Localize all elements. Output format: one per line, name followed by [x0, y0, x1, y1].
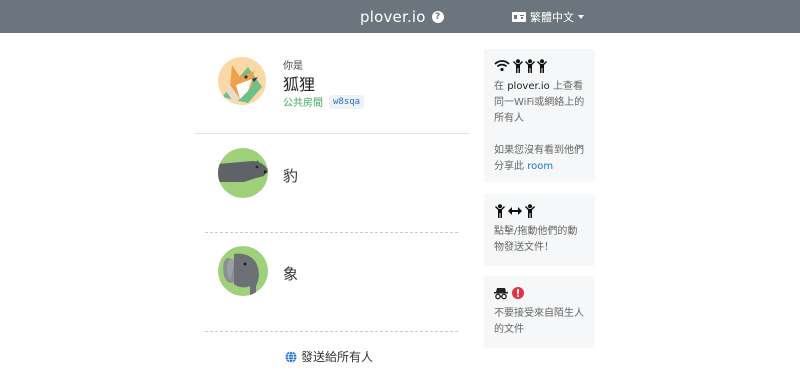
send-to-all-label[interactable]: 發送給所有人	[301, 348, 373, 365]
send-to-all-button[interactable]: 發送給所有人	[285, 348, 373, 365]
person-icon	[537, 59, 547, 73]
network-hint: 在 plover.io 上查看同一WiFi或網絡上的所有人	[494, 79, 585, 127]
peer-leopard[interactable]: 豹	[205, 135, 458, 233]
hint-brand: plover.io	[507, 81, 550, 92]
person-icon	[513, 59, 523, 73]
person-icon	[525, 59, 535, 73]
icon-row	[494, 204, 585, 218]
exclamation-circle-icon	[512, 287, 524, 299]
peer-elephant[interactable]: 象	[205, 233, 458, 331]
brand[interactable]: plover.io ?	[360, 7, 444, 27]
wifi-icon	[494, 60, 510, 72]
divider	[195, 133, 469, 134]
elephant-avatar[interactable]	[218, 246, 268, 296]
self-animal-name: 狐狸	[283, 75, 316, 94]
person-icon	[525, 204, 535, 218]
peer-name[interactable]: 豹	[283, 165, 298, 186]
info-card-warning: 不要接受來自陌生人的文件	[484, 276, 595, 348]
language-icon	[512, 12, 526, 22]
hint-text: 在	[494, 81, 508, 92]
info-card-drag: 點擊/拖動他們的動物發送文件！	[484, 194, 595, 266]
incognito-icon	[494, 287, 508, 299]
language-label[interactable]: 繁體中文	[530, 9, 574, 25]
warning-hint: 不要接受來自陌生人的文件	[494, 308, 584, 335]
question-circle-icon[interactable]: ?	[431, 11, 444, 23]
share-hint: 如果您沒有看到他們分享此 room	[494, 143, 585, 175]
room-link[interactable]: room	[527, 161, 553, 172]
divider	[205, 331, 458, 332]
room-label: 公共房間	[283, 98, 323, 109]
self-profile: 你是 狐狸 公共房間 w8sqa	[195, 50, 469, 132]
language-dropdown[interactable]: 繁體中文	[512, 9, 584, 25]
arrows-left-right-icon	[508, 207, 522, 215]
fox-avatar	[218, 57, 266, 105]
room-info: 公共房間 w8sqa	[283, 94, 365, 109]
chevron-down-icon[interactable]	[578, 15, 584, 19]
info-card-network: 在 plover.io 上查看同一WiFi或網絡上的所有人 如果您沒有看到他們分…	[484, 49, 595, 182]
drag-hint: 點擊/拖動他們的動物發送文件！	[494, 226, 578, 253]
brand-title[interactable]: plover.io	[360, 8, 426, 26]
leopard-avatar[interactable]	[218, 148, 268, 198]
icon-row	[494, 286, 585, 300]
globe-icon	[285, 350, 297, 363]
person-icon	[495, 204, 505, 218]
icon-row	[494, 59, 585, 73]
room-code[interactable]: w8sqa	[329, 94, 365, 109]
peer-name[interactable]: 象	[283, 263, 298, 284]
you-are-label: 你是	[283, 61, 303, 72]
